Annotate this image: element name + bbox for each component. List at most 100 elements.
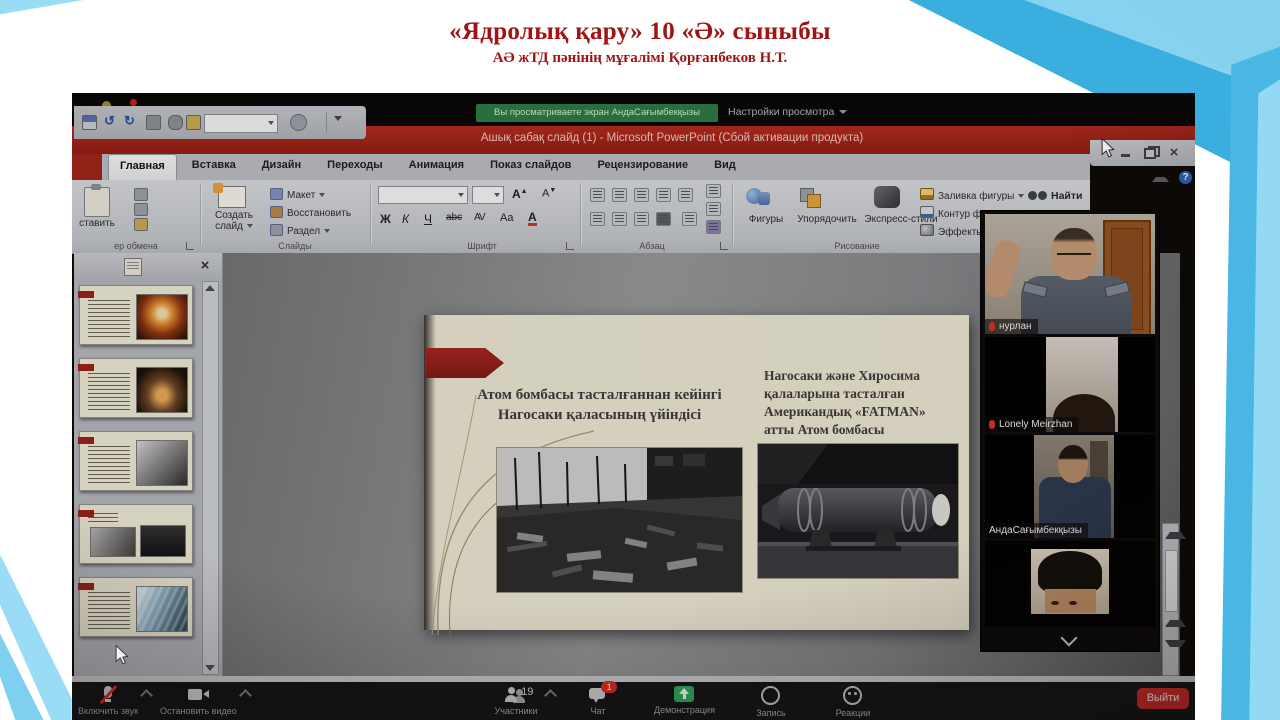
print-preview-icon[interactable] <box>146 115 161 130</box>
help-icon[interactable]: ? <box>1179 171 1192 184</box>
font-size-combobox[interactable] <box>472 186 504 204</box>
bold-button[interactable]: Ж <box>380 212 391 226</box>
panel-close-icon[interactable]: × <box>196 257 214 275</box>
underline-button[interactable]: Ч <box>424 212 432 226</box>
slide-thumbnail-4[interactable] <box>79 504 193 564</box>
leave-meeting-button[interactable]: Выйти <box>1137 688 1189 709</box>
convert-smartart-icon[interactable] <box>706 220 721 234</box>
align-left-icon[interactable] <box>590 212 605 226</box>
scroll-up-icon[interactable] <box>205 285 215 291</box>
slideshow-icon[interactable] <box>168 115 183 130</box>
cut-icon[interactable] <box>134 188 148 201</box>
collapse-gallery-button[interactable] <box>1061 630 1078 647</box>
participant-tile-4[interactable] <box>985 541 1155 627</box>
toolbar-participants-button[interactable]: 19Участники <box>490 686 542 718</box>
font-color-button[interactable]: А <box>528 212 537 226</box>
ribbon-tab-Вид[interactable]: Вид <box>703 154 747 180</box>
toolbar-stop_video-button[interactable]: Остановить видео <box>160 686 237 716</box>
ribbon-tab-Анимация[interactable]: Анимация <box>398 154 475 180</box>
line-spacing-icon[interactable] <box>678 188 693 202</box>
shape-fill-button[interactable]: Заливка фигуры <box>920 188 1024 202</box>
slide-thumbnail-2[interactable] <box>79 358 193 418</box>
redo-icon[interactable]: ↻ <box>124 113 135 129</box>
ribbon-tab-Вставка[interactable]: Вставка <box>181 154 247 180</box>
undo-icon[interactable]: ↺ <box>104 113 115 129</box>
ribbon-tab-Главная[interactable]: Главная <box>108 154 177 180</box>
new-slide-button[interactable]: Создать слайд <box>206 180 266 244</box>
numbering-icon[interactable] <box>612 188 627 202</box>
toolbar-chat-button[interactable]: 1Чат <box>572 686 624 718</box>
current-slide-canvas[interactable]: Атом бомбасы тасталғаннан кейінгі Нагоса… <box>424 315 969 630</box>
close-button[interactable]: × <box>1167 147 1181 159</box>
text-direction-icon[interactable] <box>706 184 721 198</box>
clipboard-dialog-launcher[interactable] <box>186 242 194 250</box>
scroll-down-icon[interactable] <box>205 665 215 671</box>
columns-icon[interactable] <box>682 212 697 226</box>
align-right-icon[interactable] <box>634 212 649 226</box>
character-spacing-button[interactable]: AV <box>474 212 485 223</box>
paragraph-dialog-launcher[interactable] <box>720 242 728 250</box>
scroll-up-icon[interactable] <box>1165 532 1186 539</box>
copy-icon[interactable] <box>134 203 148 216</box>
paste-button-icon[interactable] <box>84 187 110 217</box>
ribbon-tab-Показ слайдов[interactable]: Показ слайдов <box>479 154 582 180</box>
align-text-icon[interactable] <box>706 202 721 216</box>
qat-more-icon[interactable] <box>334 116 342 121</box>
view-settings-menu[interactable]: Настройки просмотра <box>728 106 847 118</box>
toolbar-record-button[interactable]: Запись <box>745 686 797 718</box>
slides-tab-icon[interactable] <box>124 258 142 276</box>
font-dialog-launcher[interactable] <box>566 242 574 250</box>
collapse-ribbon-icon[interactable] <box>1152 172 1169 182</box>
open-folder-icon[interactable] <box>186 115 201 130</box>
bullets-icon[interactable] <box>590 188 605 202</box>
toolbar-share-button[interactable]: Демонстрация <box>654 686 715 718</box>
participant-tile-1[interactable]: нурлан <box>985 214 1155 334</box>
layout-button[interactable]: Макет <box>270 188 325 201</box>
shape-outline-icon <box>920 206 934 218</box>
arrange-button[interactable]: Упорядочить <box>794 186 860 242</box>
justify-icon[interactable] <box>656 212 671 226</box>
file-tab[interactable] <box>72 154 102 180</box>
slides-panel-header: × <box>74 253 222 279</box>
ribbon-tab-Дизайн[interactable]: Дизайн <box>251 154 312 180</box>
toolbar-reactions-button[interactable]: Реакции <box>827 686 879 718</box>
minimize-button[interactable] <box>1119 147 1133 159</box>
window-title: Ашық сабақ слайд (1) - Microsoft PowerPo… <box>372 132 972 144</box>
editor-scrollbar[interactable] <box>1162 523 1179 676</box>
align-center-icon[interactable] <box>612 212 627 226</box>
participant-tile-2[interactable]: Lonely Meirzhan <box>985 337 1155 432</box>
slide-thumbnail-1[interactable] <box>79 285 193 345</box>
toolbar-unmute-button[interactable]: Включить звук <box>78 686 138 716</box>
section-button[interactable]: Раздел <box>270 224 330 237</box>
paste-button-label[interactable]: ставить <box>72 218 122 229</box>
previous-slide-icon[interactable] <box>1165 620 1186 627</box>
save-icon[interactable] <box>82 115 97 130</box>
shapes-label: Фигуры <box>744 214 788 225</box>
thumbnails-scrollbar[interactable] <box>202 281 219 675</box>
strikethrough-button[interactable]: abc <box>446 212 462 223</box>
new-slide-label: Создать слайд <box>215 210 253 232</box>
grow-font-button[interactable]: A▲ <box>512 187 528 201</box>
participant-tile-3[interactable]: АндаСағымбекқызы <box>985 435 1155 538</box>
next-slide-icon[interactable] <box>1165 640 1186 647</box>
caret-up-icon <box>544 689 557 702</box>
shrink-font-button[interactable]: A▼ <box>542 187 556 200</box>
format-painter-icon[interactable] <box>134 218 148 231</box>
ribbon-tab-Рецензирование[interactable]: Рецензирование <box>586 154 699 180</box>
increase-indent-icon[interactable] <box>656 188 671 202</box>
zoom-toolbar-left: Включить звук Остановить видео <box>78 686 237 716</box>
shapes-button[interactable]: Фигуры <box>744 186 788 242</box>
qat-tool-icon[interactable] <box>290 114 307 131</box>
restore-button[interactable] <box>1143 147 1157 159</box>
italic-button[interactable]: К <box>402 212 409 226</box>
qat-dropdown[interactable] <box>204 114 278 133</box>
slide-thumbnail-5[interactable] <box>79 577 193 637</box>
change-case-button[interactable]: Aa <box>500 212 513 224</box>
scrollbar-thumb[interactable] <box>1165 550 1178 612</box>
find-button[interactable]: Найти <box>1028 190 1082 202</box>
ribbon-tab-Переходы[interactable]: Переходы <box>316 154 394 180</box>
slide-thumbnail-3[interactable] <box>79 431 193 491</box>
font-name-combobox[interactable] <box>378 186 468 204</box>
reset-button[interactable]: Восстановить <box>270 206 351 219</box>
decrease-indent-icon[interactable] <box>634 188 649 202</box>
